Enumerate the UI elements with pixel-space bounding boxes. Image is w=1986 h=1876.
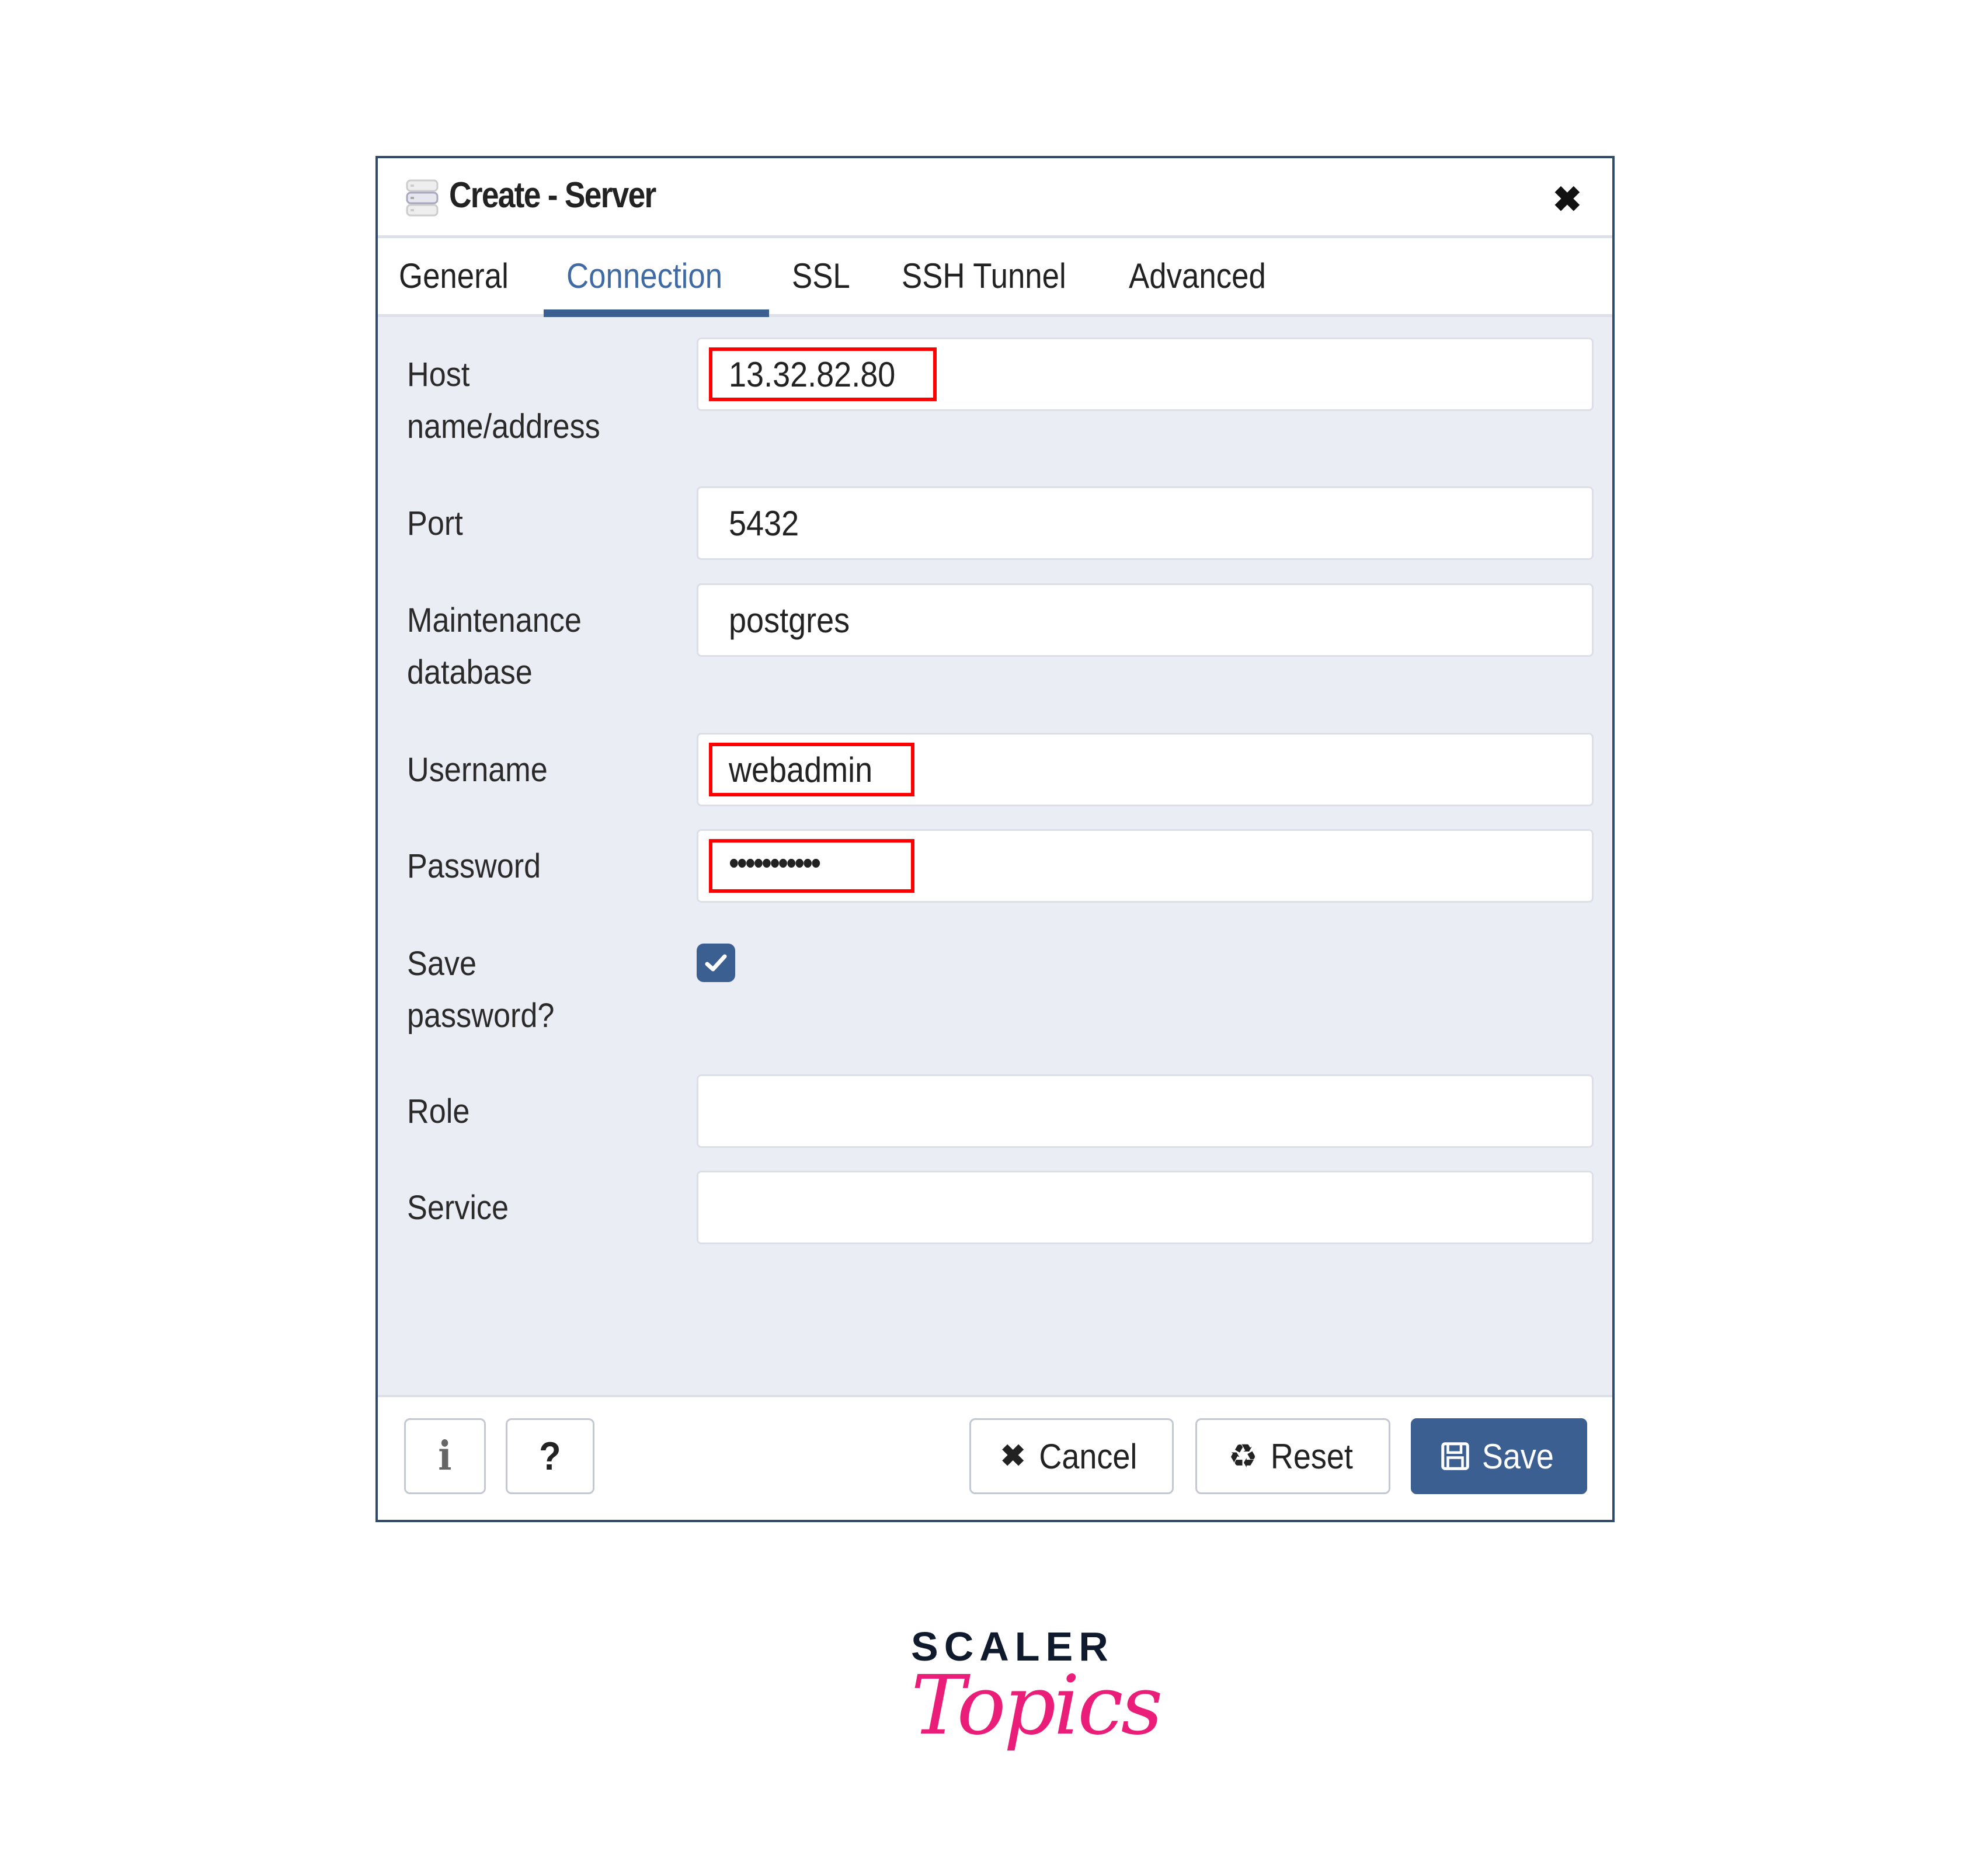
active-tab-indicator bbox=[544, 309, 769, 317]
maintenance-db-input[interactable]: postgres bbox=[697, 583, 1594, 657]
save-password-checkbox[interactable] bbox=[697, 944, 735, 982]
cancel-icon: ✖ bbox=[1000, 1439, 1026, 1473]
server-icon bbox=[406, 179, 439, 217]
cancel-button[interactable]: ✖ Cancel bbox=[969, 1418, 1174, 1494]
floppy-disk-icon bbox=[1441, 1442, 1469, 1470]
close-icon[interactable]: ✖ bbox=[1553, 179, 1582, 220]
host-input[interactable]: 13.32.82.80 bbox=[697, 337, 1594, 411]
tab-connection[interactable]: Connection bbox=[566, 256, 722, 296]
reset-button[interactable]: ♻ Reset bbox=[1195, 1418, 1390, 1494]
info-button[interactable]: i bbox=[404, 1418, 486, 1494]
username-label: Username bbox=[407, 751, 548, 789]
password-input[interactable]: ••••••••••• bbox=[697, 829, 1594, 903]
host-label-line1: Host bbox=[407, 356, 470, 394]
dialog-footer: i ? ✖ Cancel ♻ Reset Save bbox=[378, 1395, 1612, 1520]
service-label: Service bbox=[407, 1189, 509, 1227]
port-value: 5432 bbox=[729, 504, 799, 543]
create-server-dialog: Create - Server ✖ General Connection SSL… bbox=[375, 156, 1615, 1522]
save-password-label: Save password? bbox=[407, 938, 554, 1042]
username-value: webadmin bbox=[729, 750, 873, 789]
tab-general[interactable]: General bbox=[399, 256, 509, 296]
save-button[interactable]: Save bbox=[1411, 1418, 1587, 1494]
save-password-label-line2: password? bbox=[407, 997, 555, 1035]
scaler-topics-logo: SCALER Topics bbox=[911, 1623, 1163, 1753]
role-input[interactable] bbox=[697, 1074, 1594, 1148]
maintenance-db-label-line2: database bbox=[407, 653, 533, 691]
tab-ssh-tunnel[interactable]: SSH Tunnel bbox=[902, 256, 1066, 296]
dialog-titlebar: Create - Server ✖ bbox=[378, 158, 1612, 238]
service-input[interactable] bbox=[697, 1171, 1594, 1244]
maintenance-db-value: postgres bbox=[729, 601, 850, 640]
save-label: Save bbox=[1481, 1436, 1554, 1476]
username-input[interactable]: webadmin bbox=[697, 733, 1594, 806]
logo-topics-text: Topics bbox=[911, 1658, 1163, 1753]
dialog-title: Create - Server bbox=[449, 175, 656, 215]
port-input[interactable]: 5432 bbox=[697, 486, 1594, 560]
help-button[interactable]: ? bbox=[506, 1418, 594, 1494]
maintenance-db-label-line1: Maintenance bbox=[407, 601, 582, 639]
password-value: ••••••••••• bbox=[729, 844, 821, 881]
host-label-line2: name/address bbox=[407, 408, 600, 445]
recycle-icon: ♻ bbox=[1228, 1438, 1258, 1474]
help-icon: ? bbox=[539, 1434, 561, 1478]
port-label: Port bbox=[407, 504, 463, 542]
info-icon: i bbox=[438, 1433, 452, 1480]
tab-bar: General Connection SSL SSH Tunnel Advanc… bbox=[378, 238, 1612, 317]
role-label: Role bbox=[407, 1092, 470, 1130]
host-label: Host name/address bbox=[407, 349, 600, 453]
password-label: Password bbox=[407, 847, 541, 885]
reset-label: Reset bbox=[1270, 1436, 1353, 1476]
tab-advanced[interactable]: Advanced bbox=[1129, 256, 1266, 296]
checkmark-icon bbox=[705, 954, 727, 972]
save-password-label-line1: Save bbox=[407, 945, 476, 983]
tab-ssl[interactable]: SSL bbox=[792, 256, 850, 296]
maintenance-db-label: Maintenance database bbox=[407, 594, 582, 698]
cancel-label: Cancel bbox=[1039, 1436, 1138, 1476]
host-value: 13.32.82.80 bbox=[729, 355, 896, 394]
